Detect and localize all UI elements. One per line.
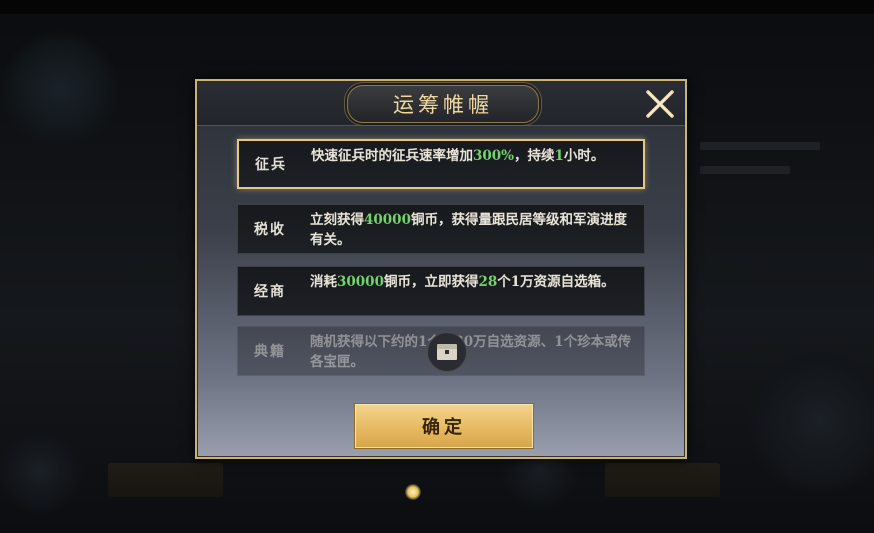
top-bar <box>0 0 874 14</box>
highlight-value: 40000 <box>364 212 411 228</box>
description-text: 随机获得以下约 <box>310 334 405 350</box>
highlight-value: 300% <box>473 148 515 164</box>
option-description: 消耗30000铜币，立即获得28个1万资源自选箱。 <box>310 272 634 292</box>
chest-icon <box>437 344 457 360</box>
description-text: 快速征兵时的征兵速率增加 <box>311 148 473 164</box>
option-label: 征兵 <box>255 157 287 173</box>
description-text: 小时。 <box>563 148 605 164</box>
close-button[interactable] <box>645 89 675 119</box>
option-description: 随机获得以下约的1个：30万自选资源、1个珍本或传各宝匣。 <box>310 332 634 372</box>
description-text: 消耗 <box>310 274 337 290</box>
option-row[interactable]: 征兵 快速征兵时的征兵速率增加300%，持续1小时。 <box>237 139 645 189</box>
option-label: 经商 <box>254 284 286 300</box>
highlight-value: 28 <box>478 274 498 290</box>
highlight-value: 30000 <box>337 274 384 290</box>
option-row[interactable]: 经商 消耗30000铜币，立即获得28个1万资源自选箱。 <box>237 266 645 316</box>
locked-icon-badge <box>427 332 467 372</box>
dialog-title: 运筹帷幄 <box>393 93 493 117</box>
background-text <box>700 166 790 174</box>
option-description: 立刻获得40000铜币，获得量跟民居等级和军演进度有关。 <box>310 210 634 250</box>
option-label: 税收 <box>254 222 286 238</box>
description-text: 个1万资源自选箱。 <box>497 274 615 290</box>
description-text: 各宝匣。 <box>310 354 364 370</box>
close-x-icon <box>646 90 674 118</box>
option-label: 典籍 <box>254 344 286 360</box>
option-description: 快速征兵时的征兵速率增加300%，持续1小时。 <box>311 146 635 166</box>
highlight-value: 1 <box>554 148 564 164</box>
background-text <box>700 142 820 150</box>
background-button <box>108 463 223 497</box>
option-row[interactable]: 税收 立刻获得40000铜币，获得量跟民居等级和军演进度有关。 <box>237 204 645 254</box>
description-text: 铜币，立即获得 <box>383 274 479 290</box>
page-indicator-dot <box>405 484 421 500</box>
description-text: 立刻获得 <box>310 212 364 228</box>
strategy-dialog: 运筹帷幄 征兵 快速征兵时的征兵速率增加300%，持续1小时。税收 立刻获得4000… <box>195 79 687 459</box>
dialog-header: 运筹帷幄 <box>197 81 685 126</box>
description-text: ，持续 <box>514 148 555 164</box>
background-button <box>605 463 720 497</box>
title-plate: 运筹帷幄 <box>347 85 539 123</box>
confirm-button[interactable]: 确定 <box>354 403 534 449</box>
